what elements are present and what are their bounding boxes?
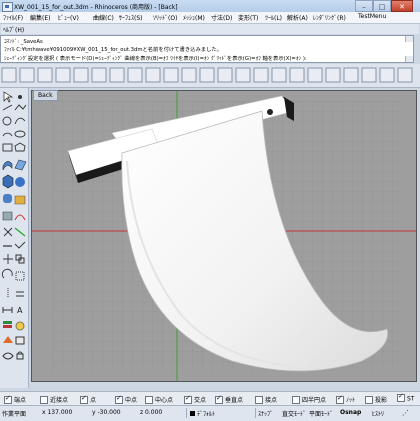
- osnap-project-label: 投影: [375, 397, 388, 404]
- help-menu-row: ﾍﾙﾌﾟ(H): [1, 24, 419, 34]
- osnap-point-label: 点: [90, 397, 97, 404]
- osnap-tan-label: 接点: [265, 397, 278, 404]
- svg-text:A: A: [17, 306, 23, 315]
- current-layer-label: ﾃﾞﾌｫﾙﾄ: [197, 411, 216, 418]
- ortho-toggle[interactable]: 直交ﾓｰﾄﾞ: [282, 409, 306, 418]
- osnap-int-label: 交点: [194, 397, 207, 404]
- osnap-perp[interactable]: 垂直点: [215, 394, 244, 405]
- minimize-button[interactable]: –: [355, 0, 373, 12]
- osnap-point-checkbox[interactable]: [80, 394, 88, 404]
- osnap-near[interactable]: 近接点: [40, 395, 68, 405]
- osnap-project[interactable]: 投影: [365, 395, 387, 405]
- menu-curve[interactable]: 曲線(C): [93, 13, 114, 22]
- osnap-int[interactable]: 交点: [184, 394, 207, 405]
- osnap-toggle[interactable]: Osnap: [340, 409, 361, 416]
- command-history: ｺﾏﾝﾄﾞ: _SaveAs ﾌｧｲﾙ C:¥tmhwave¥091009¥XW…: [0, 35, 414, 63]
- coord-z: z 0.000: [140, 409, 163, 416]
- menu-testmenu[interactable]: TestMenu: [358, 13, 386, 20]
- menu-solid[interactable]: ｿﾘｯﾄﾞ(O): [153, 13, 177, 22]
- separator: [186, 408, 187, 418]
- toolbar-icons: [1, 67, 413, 83]
- osnap-center[interactable]: 中心点: [145, 395, 173, 405]
- osnap-mid-label: 中点: [125, 397, 138, 404]
- osnap-int-checkbox[interactable]: [184, 394, 192, 404]
- layer-color-swatch: [190, 411, 195, 416]
- osnap-smarttrack-checkbox[interactable]: [397, 392, 405, 402]
- planar-toggle[interactable]: 平面ﾓｰﾄﾞ: [309, 409, 333, 418]
- status-bar: 作業平面 x 137.000 y -30.000 z 0.000 ﾃﾞﾌｫﾙﾄ …: [0, 405, 420, 421]
- viewport-title-back[interactable]: Back: [33, 90, 58, 101]
- left-toolbar: A: [0, 88, 29, 388]
- menu-render[interactable]: ﾚﾝﾀﾞﾘﾝｸﾞ(R): [313, 13, 346, 22]
- current-layer[interactable]: ﾃﾞﾌｫﾙﾄ: [190, 409, 215, 418]
- osnap-knot-checkbox[interactable]: [336, 394, 344, 404]
- osnap-mid[interactable]: 中点: [115, 394, 138, 405]
- menu-edit[interactable]: 編集(E): [30, 13, 50, 22]
- menu-dimension[interactable]: 寸法(D): [211, 13, 232, 22]
- osnap-near-checkbox[interactable]: [40, 395, 48, 404]
- standard-toolbar: [0, 64, 420, 88]
- command-line-2: ﾌｧｲﾙ C:¥tmhwave¥091009¥XW_001_15_for_out…: [4, 47, 222, 53]
- coord-y: y -30.000: [92, 409, 121, 416]
- osnap-near-label: 近接点: [50, 397, 69, 404]
- window-title: XW_001_15_for_out.3dm - Rhinoceros (商用版)…: [14, 4, 178, 11]
- scroll-up-arrow-icon[interactable]: [405, 36, 413, 42]
- osnap-center-label: 中心点: [155, 397, 174, 404]
- maximize-button[interactable]: □: [373, 0, 391, 12]
- osnap-knot[interactable]: ﾉｯﾄ: [336, 394, 356, 405]
- menu-surface[interactable]: ｻｰﾌｪｽ(S): [119, 13, 143, 22]
- osnap-point[interactable]: 点: [80, 394, 97, 405]
- menu-mesh[interactable]: ﾒｯｼｭ(M): [183, 13, 205, 22]
- osnap-end-checkbox[interactable]: [4, 394, 12, 404]
- viewport-canvas[interactable]: [32, 91, 417, 382]
- osnap-knot-label: ﾉｯﾄ: [346, 397, 356, 404]
- viewport-back[interactable]: [31, 90, 417, 382]
- record-history-toggle[interactable]: ﾋｽﾄﾘ: [372, 409, 384, 418]
- left-toolbar-icons: A: [1, 91, 27, 360]
- osnap-quad-label: 四半円点: [302, 397, 327, 404]
- osnap-quad-checkbox[interactable]: [292, 395, 300, 404]
- osnap-mid-checkbox[interactable]: [115, 394, 123, 404]
- menu-tools[interactable]: ﾂｰﾙ(L): [265, 13, 282, 22]
- menu-transform[interactable]: 変形(T): [238, 13, 258, 22]
- osnap-end-label: 端点: [14, 397, 27, 404]
- cplane-label[interactable]: 作業平面: [2, 409, 26, 418]
- menu-file[interactable]: ﾌｧｲﾙ(F): [3, 13, 23, 22]
- rhino-app-icon[interactable]: [2, 2, 13, 12]
- osnap-project-checkbox[interactable]: [365, 395, 373, 404]
- osnap-end[interactable]: 端点: [4, 394, 27, 405]
- menu-help[interactable]: ﾍﾙﾌﾟ(H): [3, 25, 24, 34]
- osnap-tan[interactable]: 接点: [255, 395, 277, 405]
- osnap-smarttrack[interactable]: ST: [397, 392, 415, 403]
- separator: [255, 408, 256, 418]
- osnap-smarttrack-label: ST: [407, 395, 415, 403]
- osnap-tan-checkbox[interactable]: [255, 395, 263, 404]
- main-tool-buttons[interactable]: A: [1, 91, 27, 360]
- menu-view[interactable]: ﾋﾞｭｰ(V): [58, 13, 79, 22]
- osnap-perp-checkbox[interactable]: [215, 394, 223, 404]
- osnap-perp-label: 垂直点: [225, 397, 244, 404]
- scroll-down-arrow-icon[interactable]: [405, 56, 413, 62]
- osnap-quad[interactable]: 四半円点: [292, 395, 326, 405]
- toolbar-button-row[interactable]: [1, 67, 413, 83]
- menu-analyze[interactable]: 解析(A): [287, 13, 308, 22]
- osnap-center-checkbox[interactable]: [145, 395, 153, 404]
- menu-bar: ﾌｧｲﾙ(F) 編集(E) ﾋﾞｭｰ(V) 曲線(C) ｻｰﾌｪｽ(S) ｿﾘｯ…: [0, 12, 420, 24]
- close-button[interactable]: ✕: [391, 0, 413, 12]
- command-prompt[interactable]: ｼｪｰﾃﾞｨﾝｸﾞ設定を選択 ( 表示モード(D)=ｼｪｰﾃﾞｨﾝｸﾞ 曲線を表…: [4, 54, 307, 62]
- osnap-bar: 端点 近接点 点 中点 中心点 交点 垂直点 接点 四半円点 ﾉｯﾄ 投影 ST: [0, 391, 420, 406]
- snap-toggle[interactable]: ｽﾅｯﾌﾟ: [258, 409, 273, 418]
- command-line-1: ｺﾏﾝﾄﾞ: _SaveAs: [4, 39, 43, 45]
- coord-x: x 137.000: [42, 409, 73, 416]
- resize-grip-icon[interactable]: ⋰: [402, 409, 409, 417]
